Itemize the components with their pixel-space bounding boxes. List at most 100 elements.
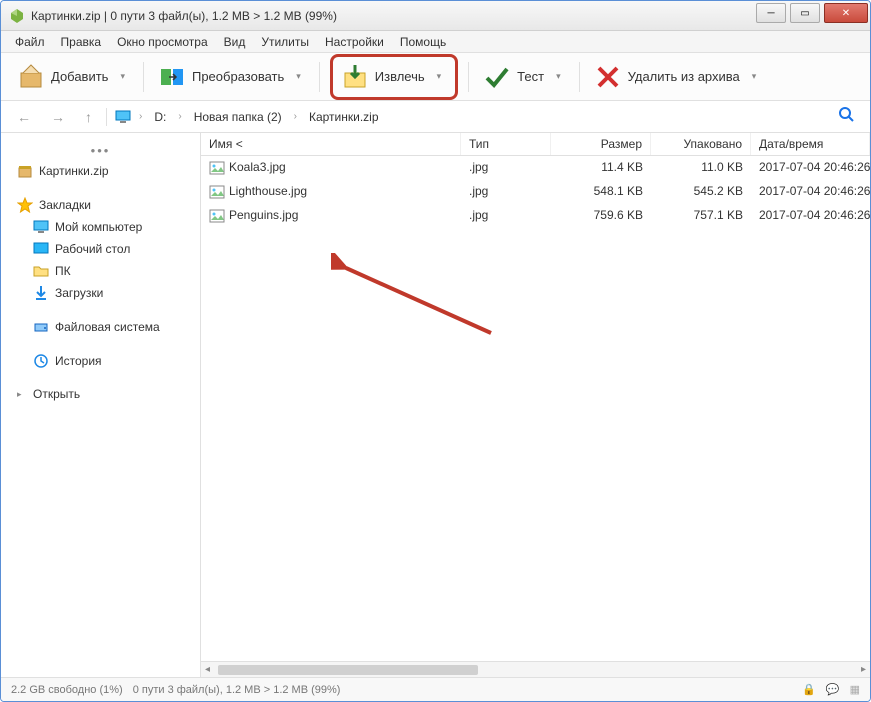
- chevron-down-icon[interactable]: ▾: [292, 71, 305, 82]
- clock-icon: [33, 353, 49, 369]
- chevron-right-icon[interactable]: ›: [178, 111, 181, 122]
- nav-back-button[interactable]: ←: [11, 107, 37, 127]
- file-type: .jpg: [461, 182, 551, 202]
- extract-icon: [341, 63, 369, 91]
- convert-icon: [158, 63, 186, 91]
- desktop-icon: [33, 241, 49, 257]
- breadcrumb-bar: ← → ↑ › D: › Новая папка (2) › Картинки.…: [1, 101, 870, 133]
- chevron-right-icon[interactable]: ▸: [17, 389, 27, 400]
- window-title: Картинки.zip | 0 пути 3 файл(ы), 1.2 MB …: [31, 9, 754, 23]
- close-button[interactable]: ✕: [824, 3, 868, 23]
- sidebar-downloads[interactable]: Загрузки: [1, 282, 200, 304]
- window-controls: ─ ▭ ✕: [754, 1, 870, 30]
- file-packed: 11.0 KB: [651, 158, 751, 178]
- column-packed[interactable]: Упаковано: [651, 133, 751, 155]
- file-type: .jpg: [461, 158, 551, 178]
- menu-view-window[interactable]: Окно просмотра: [109, 33, 216, 51]
- status-icons: 🔒 💬 ▦: [802, 683, 860, 696]
- breadcrumb-archive[interactable]: Картинки.zip: [305, 108, 383, 126]
- file-size: 548.1 KB: [551, 182, 651, 202]
- extract-button[interactable]: Извлечь ▾: [337, 59, 449, 95]
- drive-icon: [33, 319, 49, 335]
- folder-icon: [33, 263, 49, 279]
- menu-edit[interactable]: Правка: [53, 33, 110, 51]
- toolbar-separator: [468, 62, 469, 92]
- chevron-right-icon[interactable]: ›: [139, 111, 142, 122]
- view-icon[interactable]: ▦: [850, 683, 860, 696]
- sidebar-mycomputer[interactable]: Мой компьютер: [1, 216, 200, 238]
- lock-icon[interactable]: 🔒: [802, 683, 816, 696]
- app-icon: [9, 8, 25, 24]
- sidebar-open[interactable]: ▸ Открыть: [1, 384, 200, 404]
- nav-up-button[interactable]: ↑: [79, 107, 98, 127]
- file-row[interactable]: Penguins.jpg .jpg 759.6 KB 757.1 KB 2017…: [201, 204, 870, 228]
- menu-utilities[interactable]: Утилиты: [253, 33, 317, 51]
- column-size[interactable]: Размер: [551, 133, 651, 155]
- sidebar-desktop[interactable]: Рабочий стол: [1, 238, 200, 260]
- sidebar-pc[interactable]: ПК: [1, 260, 200, 282]
- scroll-right-icon[interactable]: ▸: [857, 664, 870, 675]
- horizontal-scrollbar[interactable]: ◂ ▸: [201, 661, 870, 677]
- delete-label: Удалить из архива: [628, 69, 740, 84]
- menu-view[interactable]: Вид: [216, 33, 254, 51]
- sidebar-bookmarks[interactable]: Закладки: [1, 194, 200, 216]
- comment-icon[interactable]: 💬: [826, 683, 840, 696]
- chevron-down-icon[interactable]: ▾: [552, 71, 565, 82]
- add-button[interactable]: Добавить ▾: [13, 59, 133, 95]
- sidebar-open-label: Открыть: [33, 387, 80, 401]
- content-area: ••• Картинки.zip Закладки Мой компьютер …: [1, 133, 870, 677]
- column-name[interactable]: Имя <: [201, 133, 461, 155]
- menu-help[interactable]: Помощь: [392, 33, 454, 51]
- sidebar-archive[interactable]: Картинки.zip: [1, 160, 200, 182]
- breadcrumb-drive[interactable]: D:: [150, 108, 170, 126]
- sidebar-history-label: История: [55, 354, 102, 368]
- chevron-down-icon[interactable]: ▾: [116, 71, 129, 82]
- image-file-icon: [209, 160, 225, 176]
- file-row[interactable]: Lighthouse.jpg .jpg 548.1 KB 545.2 KB 20…: [201, 180, 870, 204]
- sidebar-pc-label: ПК: [55, 264, 71, 278]
- file-list: Имя < Тип Размер Упаковано Дата/время Ko…: [201, 133, 870, 677]
- menubar: Файл Правка Окно просмотра Вид Утилиты Н…: [1, 31, 870, 53]
- menu-settings[interactable]: Настройки: [317, 33, 392, 51]
- scrollbar-thumb[interactable]: [218, 665, 478, 675]
- menu-file[interactable]: Файл: [7, 33, 53, 51]
- status-selection: 0 пути 3 файл(ы), 1.2 MB > 1.2 MB (99%): [133, 684, 341, 696]
- delete-icon: [594, 63, 622, 91]
- titlebar: Картинки.zip | 0 пути 3 файл(ы), 1.2 MB …: [1, 1, 870, 31]
- add-icon: [17, 63, 45, 91]
- scroll-left-icon[interactable]: ◂: [201, 664, 214, 675]
- column-type[interactable]: Тип: [461, 133, 551, 155]
- status-free-space: 2.2 GB свободно (1%): [11, 684, 123, 696]
- minimize-button[interactable]: ─: [756, 3, 786, 23]
- checkmark-icon: [483, 63, 511, 91]
- search-icon[interactable]: [832, 104, 860, 129]
- chevron-down-icon[interactable]: ▾: [433, 71, 446, 82]
- sidebar-history[interactable]: История: [1, 350, 200, 372]
- chevron-right-icon[interactable]: ›: [294, 111, 297, 122]
- column-headers: Имя < Тип Размер Упаковано Дата/время: [201, 133, 870, 156]
- chevron-down-icon[interactable]: ▾: [748, 71, 761, 82]
- test-button[interactable]: Тест ▾: [479, 59, 568, 95]
- sidebar-filesystem[interactable]: Файловая система: [1, 316, 200, 338]
- maximize-button[interactable]: ▭: [790, 3, 820, 23]
- file-date: 2017-07-04 20:46:26: [751, 158, 870, 178]
- download-icon: [33, 285, 49, 301]
- file-packed: 757.1 KB: [651, 206, 751, 226]
- column-date[interactable]: Дата/время: [751, 133, 870, 155]
- convert-button[interactable]: Преобразовать ▾: [154, 59, 309, 95]
- file-row[interactable]: Koala3.jpg .jpg 11.4 KB 11.0 KB 2017-07-…: [201, 156, 870, 180]
- statusbar: 2.2 GB свободно (1%) 0 пути 3 файл(ы), 1…: [1, 677, 870, 701]
- sidebar-more-button[interactable]: •••: [1, 141, 200, 160]
- file-date: 2017-07-04 20:46:26: [751, 206, 870, 226]
- file-packed: 545.2 KB: [651, 182, 751, 202]
- extract-highlight: Извлечь ▾: [330, 54, 458, 100]
- box-icon: [17, 163, 33, 179]
- file-name: Lighthouse.jpg: [229, 184, 307, 198]
- toolbar-separator: [143, 62, 144, 92]
- breadcrumb-folder[interactable]: Новая папка (2): [190, 108, 286, 126]
- sidebar-downloads-label: Загрузки: [55, 286, 103, 300]
- nav-forward-button[interactable]: →: [45, 107, 71, 127]
- file-date: 2017-07-04 20:46:26: [751, 182, 870, 202]
- delete-button[interactable]: Удалить из архива ▾: [590, 59, 765, 95]
- monitor-icon[interactable]: [115, 109, 131, 125]
